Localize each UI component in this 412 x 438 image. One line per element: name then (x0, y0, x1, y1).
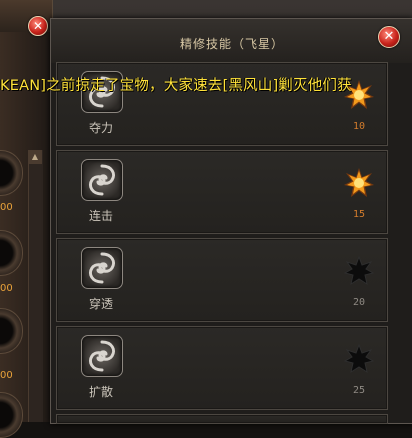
star-level: 15 (352, 209, 366, 220)
skill-name: 穿透 (88, 297, 113, 311)
star-level: 25 (352, 385, 366, 396)
left-side-panel: ✕ ▲ 00 00 00 (0, 0, 53, 438)
skill-card[interactable]: 扩散 25 (56, 326, 388, 410)
scroll-up-arrow-icon[interactable]: ▲ (28, 150, 42, 164)
skill-name: 夺力 (88, 121, 113, 135)
left-panel-scrollbar[interactable] (28, 150, 43, 422)
star-level: 20 (352, 297, 366, 308)
swirl-skill-icon[interactable] (81, 247, 123, 289)
skill-card[interactable]: 穿透 20 (56, 238, 388, 322)
left-slot[interactable] (0, 230, 23, 276)
window-title: 精修技能（飞星） (179, 37, 284, 51)
star-dark-icon (343, 255, 375, 286)
left-slot-value: 00 (0, 370, 13, 381)
system-announcement: KEAN]之前掠走了宝物，大家速去[黑风山]剿灭他们获 (0, 78, 352, 94)
left-slot[interactable] (0, 392, 23, 438)
left-slot-value: 00 (0, 202, 13, 213)
swirl-skill-icon[interactable] (81, 159, 123, 201)
star-gold-icon (344, 168, 374, 197)
swirl-skill-icon[interactable] (81, 335, 123, 377)
skill-card[interactable] (56, 414, 388, 424)
left-panel-close-button[interactable]: ✕ (28, 16, 48, 36)
window-close-button[interactable]: ✕ (378, 26, 400, 48)
left-slot[interactable] (0, 308, 23, 354)
star-level: 10 (352, 121, 366, 132)
skill-name: 扩散 (88, 385, 113, 399)
window-title-bar[interactable]: 精修技能（飞星） ✕ (51, 19, 412, 63)
left-slot-value: 00 (0, 283, 13, 294)
skill-card[interactable]: 连击 15 (56, 150, 388, 234)
skill-name: 连击 (88, 209, 113, 223)
left-slot[interactable] (0, 150, 23, 196)
star-dark-icon (343, 343, 375, 374)
